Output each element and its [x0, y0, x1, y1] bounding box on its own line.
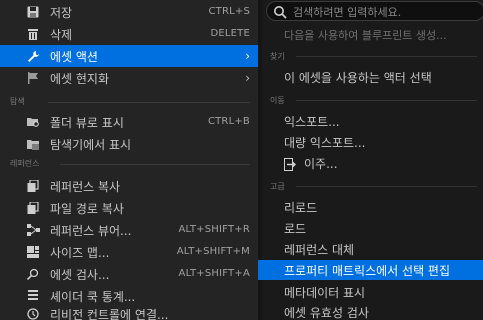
- section-header-advanced: 고급: [262, 181, 483, 193]
- size-map-icon: [26, 245, 40, 259]
- menu-item-validate-assets[interactable]: 에셋 유효성 검사: [258, 302, 483, 320]
- menu-item-label: 프로퍼티 매트릭스에서 선택 편집: [284, 264, 451, 278]
- menu-item-select-actors-using-asset[interactable]: 이 에셋을 사용하는 액터 선택: [258, 67, 483, 87]
- menu-item-reference-viewer[interactable]: 레퍼런스 뷰어... ALT+SHIFT+R: [0, 219, 258, 241]
- section-header-move: 이동: [262, 95, 483, 107]
- menu-item-audit-assets[interactable]: 에셋 검사... ALT+SHIFT+A: [0, 263, 258, 285]
- shortcut-text: ALT+SHIFT+A: [178, 268, 250, 279]
- search-field[interactable]: 검색하려면 입력하세요.: [266, 1, 483, 21]
- menu-item-replace-references[interactable]: 레퍼런스 대체: [258, 239, 483, 259]
- menu-item-label: 대량 익스포트...: [284, 136, 366, 150]
- menu-item-bulk-export[interactable]: 대량 익스포트...: [258, 132, 483, 152]
- menu-item-asset-localization[interactable]: 에셋 현지화 ›: [0, 67, 258, 89]
- audit-icon: [26, 267, 40, 281]
- folder-search-icon: [26, 115, 40, 129]
- shortcut-text: CTRL+B: [207, 116, 250, 127]
- divider: [296, 56, 477, 57]
- section-header-reference: 레퍼런스: [0, 158, 258, 172]
- chevron-right-icon: ›: [245, 71, 250, 85]
- section-header-explore: 탐색: [0, 96, 258, 110]
- copy-icon: [26, 179, 40, 193]
- menu-item-edit-in-property-matrix[interactable]: 프로퍼티 매트릭스에서 선택 편집: [258, 260, 483, 280]
- menu-item-label: 에셋 액션: [50, 50, 98, 64]
- wrench-icon: [26, 49, 40, 63]
- menu-item-label: 삭제: [50, 28, 73, 42]
- menu-item-delete[interactable]: 삭제 DELETE: [0, 23, 258, 45]
- file-path-icon: [26, 201, 40, 215]
- context-menu: 저장 CTRL+S 삭제 DELETE 에셋 액션 › 에셋 현지화 › 탐색 …: [0, 0, 258, 320]
- revision-control-icon: [26, 307, 40, 320]
- menu-item-asset-actions[interactable]: 에셋 액션 ›: [0, 45, 258, 67]
- menu-item-label: 에셋 현지화: [50, 72, 110, 86]
- divider: [60, 164, 250, 165]
- menu-item-label: 레퍼런스 대체: [284, 243, 355, 257]
- section-header-find: 찾기: [262, 51, 483, 63]
- menu-item-reload[interactable]: 리로드: [258, 197, 483, 217]
- asset-actions-submenu: 검색하려면 입력하세요. 다음을 사용하여 블루프린트 생성... 찾기 이 에…: [258, 0, 483, 320]
- menu-item-size-map[interactable]: 사이즈 맵... ALT+SHIFT+M: [0, 241, 258, 263]
- menu-item-label: 로드: [284, 222, 307, 236]
- section-label: 탐색: [10, 97, 25, 106]
- menu-item-copy-file-path[interactable]: 파일 경로 복사: [0, 197, 258, 219]
- menu-item-label: 리비전 컨트롤에 연결...: [50, 308, 169, 320]
- divider: [48, 102, 250, 103]
- menu-item-export[interactable]: 익스포트...: [258, 111, 483, 131]
- menu-item-label: 탐색기에서 표시: [50, 138, 132, 152]
- menu-item-show-in-explorer[interactable]: 탐색기에서 표시: [0, 133, 258, 155]
- flag-icon: [26, 71, 40, 85]
- menu-item-connect-revision-control[interactable]: 리비전 컨트롤에 연결...: [0, 303, 258, 320]
- menu-item-label: 폴더 뷰로 표시: [50, 116, 124, 130]
- menu-item-show-in-folder-view[interactable]: 폴더 뷰로 표시 CTRL+B: [0, 111, 258, 133]
- menu-item-label: 저장: [50, 6, 73, 20]
- create-blueprint-hint: 다음을 사용하여 블루프린트 생성...: [284, 29, 447, 42]
- menu-item-label: 이주...: [304, 157, 338, 171]
- section-label: 레퍼런스: [10, 159, 40, 168]
- menu-item-label: 에셋 유효성 검사: [284, 306, 369, 320]
- menu-item-label: 에셋 검사...: [50, 268, 110, 282]
- search-placeholder: 검색하려면 입력하세요.: [293, 6, 402, 19]
- menu-item-label: 이 에셋을 사용하는 액터 선택: [284, 71, 432, 85]
- migrate-icon: [284, 156, 298, 171]
- chevron-right-icon: ›: [245, 49, 250, 63]
- shortcut-text: DELETE: [210, 28, 250, 39]
- divider: [296, 186, 477, 187]
- menu-item-save[interactable]: 저장 CTRL+S: [0, 1, 258, 23]
- menu-item-migrate[interactable]: 이주...: [258, 153, 483, 173]
- menu-item-label: 레퍼런스 뷰어...: [50, 224, 132, 238]
- menu-item-label: 익스포트...: [284, 115, 340, 129]
- shader-stats-icon: [26, 289, 40, 303]
- section-label: 고급: [270, 182, 285, 191]
- menu-item-show-metadata[interactable]: 메타데이터 표시: [258, 282, 483, 302]
- section-label: 이동: [270, 96, 285, 105]
- menu-item-label: 레퍼런스 복사: [50, 180, 121, 194]
- menu-item-label: 메타데이터 표시: [284, 286, 366, 300]
- shortcut-text: ALT+SHIFT+M: [176, 246, 250, 257]
- menu-item-label: 사이즈 맵...: [50, 246, 110, 260]
- menu-item-label: 파일 경로 복사: [50, 202, 124, 216]
- menu-item-label: 리로드: [284, 201, 318, 215]
- reference-viewer-icon: [26, 223, 40, 237]
- shortcut-text: CTRL+S: [208, 6, 250, 17]
- menu-item-copy-reference[interactable]: 레퍼런스 복사: [0, 175, 258, 197]
- shortcut-text: ALT+SHIFT+R: [178, 224, 250, 235]
- divider: [296, 100, 477, 101]
- trash-icon: [26, 27, 40, 41]
- menu-item-load[interactable]: 로드: [258, 218, 483, 238]
- search-icon: [273, 4, 287, 19]
- section-label: 찾기: [270, 52, 285, 61]
- save-icon: [26, 5, 40, 19]
- folder-icon: [26, 137, 40, 151]
